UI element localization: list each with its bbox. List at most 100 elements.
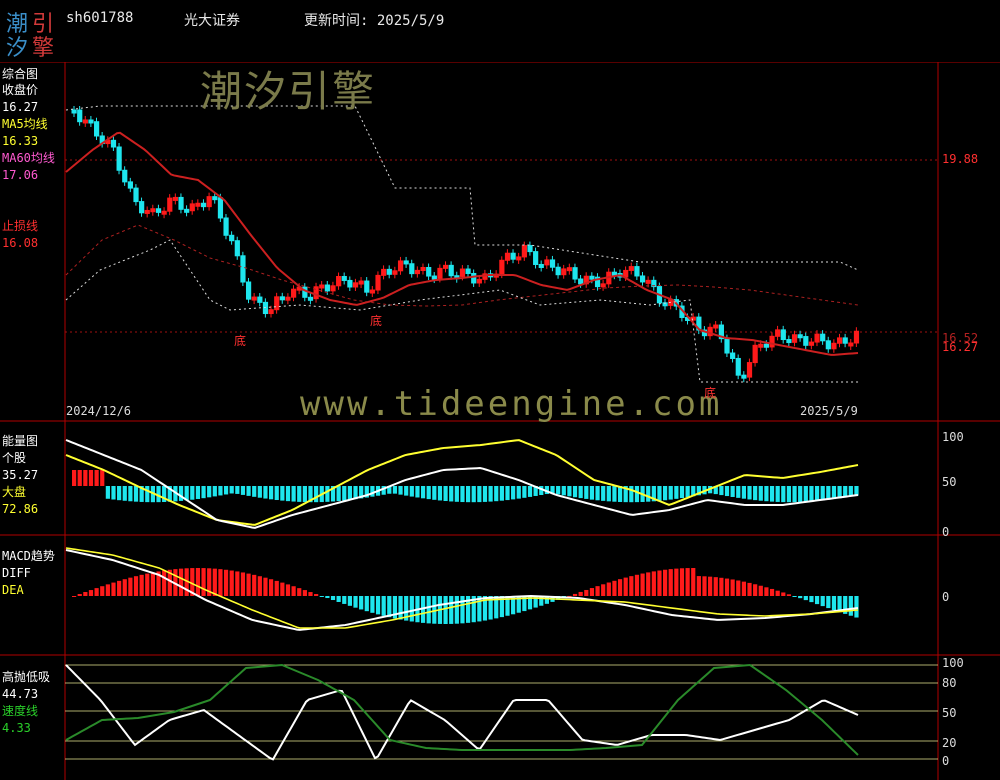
p3-label: DEA xyxy=(2,583,24,597)
energy-bar xyxy=(398,486,403,495)
energy-market-line xyxy=(65,439,859,526)
candle-body xyxy=(831,342,837,350)
energy-bar xyxy=(522,486,527,498)
energy-bar xyxy=(477,486,482,503)
macd-bar xyxy=(769,588,775,596)
candle-body xyxy=(257,296,263,303)
macd-bar xyxy=(651,571,656,596)
candle-body xyxy=(521,245,527,258)
candle-body xyxy=(403,260,409,265)
candle-body xyxy=(268,309,274,315)
energy-bar xyxy=(601,486,606,501)
energy-bar xyxy=(100,470,105,486)
candle-body xyxy=(628,266,634,271)
candle-body xyxy=(533,251,539,265)
watermark-cn: 潮汐引擎 xyxy=(200,67,377,116)
candle-body xyxy=(566,267,573,272)
energy-bar xyxy=(466,486,471,503)
macd-bar xyxy=(252,574,257,596)
energy-bar xyxy=(240,486,246,495)
macd-bar xyxy=(595,586,600,596)
macd-bar xyxy=(426,596,431,624)
energy-bar xyxy=(432,486,437,500)
macd-bar xyxy=(584,589,589,596)
energy-bar xyxy=(117,486,122,501)
energy-bar xyxy=(392,486,398,494)
macd-bar xyxy=(387,596,392,618)
energy-bar xyxy=(634,486,640,503)
energy-bar xyxy=(516,486,521,499)
energy-bar xyxy=(567,486,572,497)
candle-body xyxy=(437,267,443,279)
date-start: 2024/12/6 xyxy=(66,404,132,418)
macd-bar xyxy=(246,573,251,596)
energy-bar xyxy=(826,486,831,500)
candle-body xyxy=(471,272,477,284)
macd-bar xyxy=(443,596,448,624)
energy-bar xyxy=(769,486,775,502)
macd-bar xyxy=(145,573,150,596)
candle-body xyxy=(71,109,77,114)
candle-body xyxy=(172,196,179,201)
candle-body xyxy=(476,278,482,284)
macd-bar xyxy=(674,568,679,596)
envelope-lower xyxy=(65,239,860,383)
macd-bar xyxy=(195,568,201,596)
candle-body xyxy=(780,329,786,341)
energy-bar xyxy=(370,486,375,497)
candle-body xyxy=(746,362,753,378)
energy-bar xyxy=(792,486,797,503)
macd-bar xyxy=(364,596,369,612)
energy-bar xyxy=(454,486,459,502)
candle-body xyxy=(791,334,798,343)
candle-body xyxy=(94,121,100,137)
candle-body xyxy=(786,339,792,344)
energy-bar xyxy=(409,486,414,497)
macd-bar xyxy=(257,576,262,596)
macd-bar xyxy=(679,568,685,596)
p1-label: 16.27 xyxy=(2,100,39,114)
macd-bar xyxy=(336,596,341,602)
energy-bar xyxy=(814,486,820,501)
energy-bar xyxy=(223,486,229,495)
energy-bar xyxy=(471,486,476,503)
macd-bar xyxy=(741,581,746,596)
candle-body xyxy=(307,296,314,301)
macd-bar xyxy=(235,571,240,596)
candle-body xyxy=(375,274,381,291)
p1-label: MA5均线 xyxy=(2,117,48,131)
candle-body xyxy=(161,210,167,215)
candle-body xyxy=(769,335,775,348)
energy-bar xyxy=(404,486,409,496)
macd-bar xyxy=(100,586,105,596)
candle-body xyxy=(426,266,432,277)
energy-bar xyxy=(235,486,240,494)
candle-body xyxy=(561,268,567,276)
p4-axis-label: 100 xyxy=(942,656,964,670)
p1-label: 16.33 xyxy=(2,134,39,148)
energy-bar xyxy=(578,486,583,499)
macd-bar xyxy=(342,596,347,604)
energy-bar xyxy=(263,486,268,499)
candle-body xyxy=(274,296,280,311)
macd-bar xyxy=(601,584,606,596)
p4-label: 速度线 xyxy=(2,704,39,718)
macd-bar xyxy=(285,584,291,596)
energy-bar xyxy=(347,486,352,500)
macd-bar xyxy=(646,572,651,596)
p2-axis-label: 0 xyxy=(942,525,950,539)
energy-bar xyxy=(753,486,758,501)
energy-bar xyxy=(291,486,296,502)
energy-bar xyxy=(94,470,99,486)
candle-body xyxy=(127,181,133,189)
candle-body xyxy=(167,197,173,212)
macd-bar xyxy=(589,588,595,596)
macd-bar xyxy=(409,596,414,622)
candle-body xyxy=(442,264,449,269)
candle-body xyxy=(110,139,117,148)
energy-bar xyxy=(145,486,150,503)
candle-body xyxy=(139,201,145,214)
bottom-mark: 底 xyxy=(704,386,717,400)
energy-bar xyxy=(589,486,595,500)
stoploss-value: 16.08 xyxy=(2,236,39,250)
